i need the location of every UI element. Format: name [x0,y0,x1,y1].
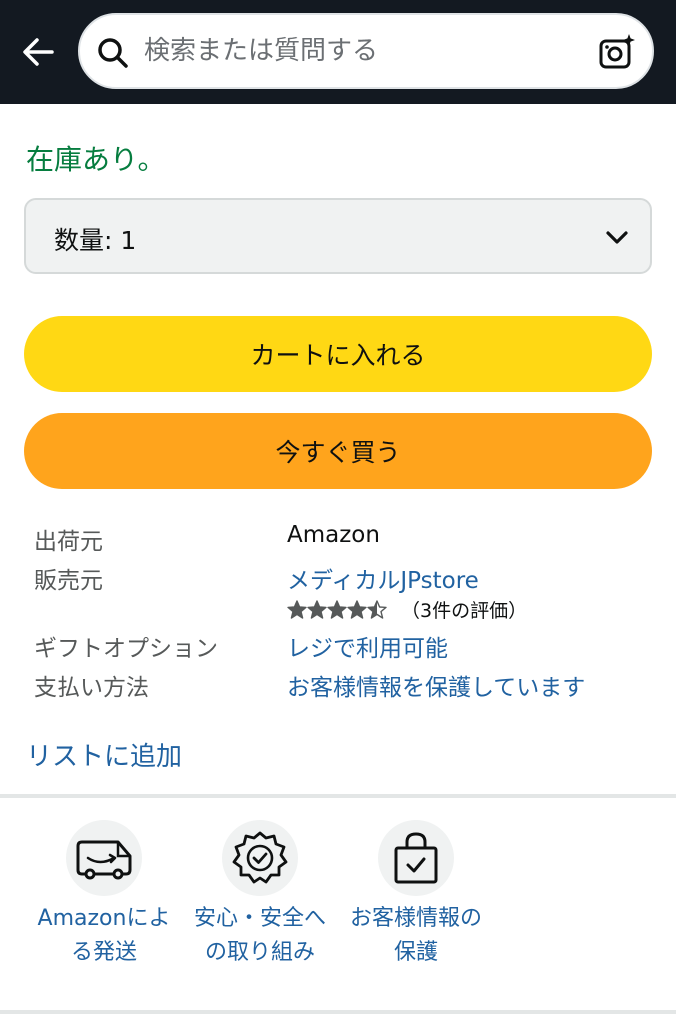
delivery-van-icon [76,840,132,880]
ships-from-label: 出荷元 [34,529,103,555]
feature-safety[interactable]: 安心・安全へ の取り組み [182,820,338,970]
quantity-label: 数量: 1 [54,226,137,255]
section-divider [0,794,676,798]
feature-privacy[interactable]: お客様情報の 保護 [338,820,494,970]
add-to-cart-button[interactable]: カートに入れる [24,316,652,392]
feature-icon-circle [222,820,298,896]
arrow-left-icon [23,38,54,66]
feature-text-line2: る発送 [70,940,137,965]
section-divider [0,1010,676,1014]
top-bar [0,0,676,104]
star-icon [327,599,347,619]
ships-from-value: Amazon [287,522,380,548]
feature-icon-circle [378,820,454,896]
add-to-list-link[interactable]: リストに追加 [26,736,182,773]
payment-link[interactable]: お客様情報を保護しています [287,668,585,702]
star-icon [287,599,307,619]
safety-badge-icon [232,831,288,884]
star-icon [347,599,367,619]
search-input[interactable] [144,31,584,71]
camera-search-icon[interactable] [598,33,636,71]
search-icon [98,38,128,68]
feature-text-line1: 安心・安全へ [193,906,326,931]
feature-amazon-shipping[interactable]: Amazonによ る発送 [26,820,182,970]
chevron-down-icon [606,231,628,244]
feature-text-line2: の取り組み [204,940,315,965]
search-box[interactable] [78,13,654,89]
rating-count: （3件の評価） [401,600,528,622]
quantity-select[interactable]: 数量: 1 [24,198,652,274]
feature-text-line2: 保護 [393,940,438,965]
buy-now-button[interactable]: 今すぐ買う [24,413,652,489]
seller-link[interactable]: メディカルJPstore [287,561,479,595]
rating-stars [287,599,387,620]
feature-text-line1: Amazonによ [37,906,171,931]
back-button[interactable] [18,32,58,72]
sold-by-label: 販売元 [34,568,103,594]
seller-rating[interactable]: （3件の評価） [287,596,527,623]
star-icon [367,599,387,619]
star-icon [307,599,327,619]
payment-label: 支払い方法 [34,675,149,701]
gift-option-label: ギフトオプション [34,636,218,662]
feature-text-line1: お客様情報の [349,906,482,931]
feature-icon-circle [66,820,142,896]
stock-status: 在庫あり。 [26,143,166,176]
secure-bag-icon [394,832,438,884]
gift-option-link[interactable]: レジで利用可能 [287,629,448,663]
